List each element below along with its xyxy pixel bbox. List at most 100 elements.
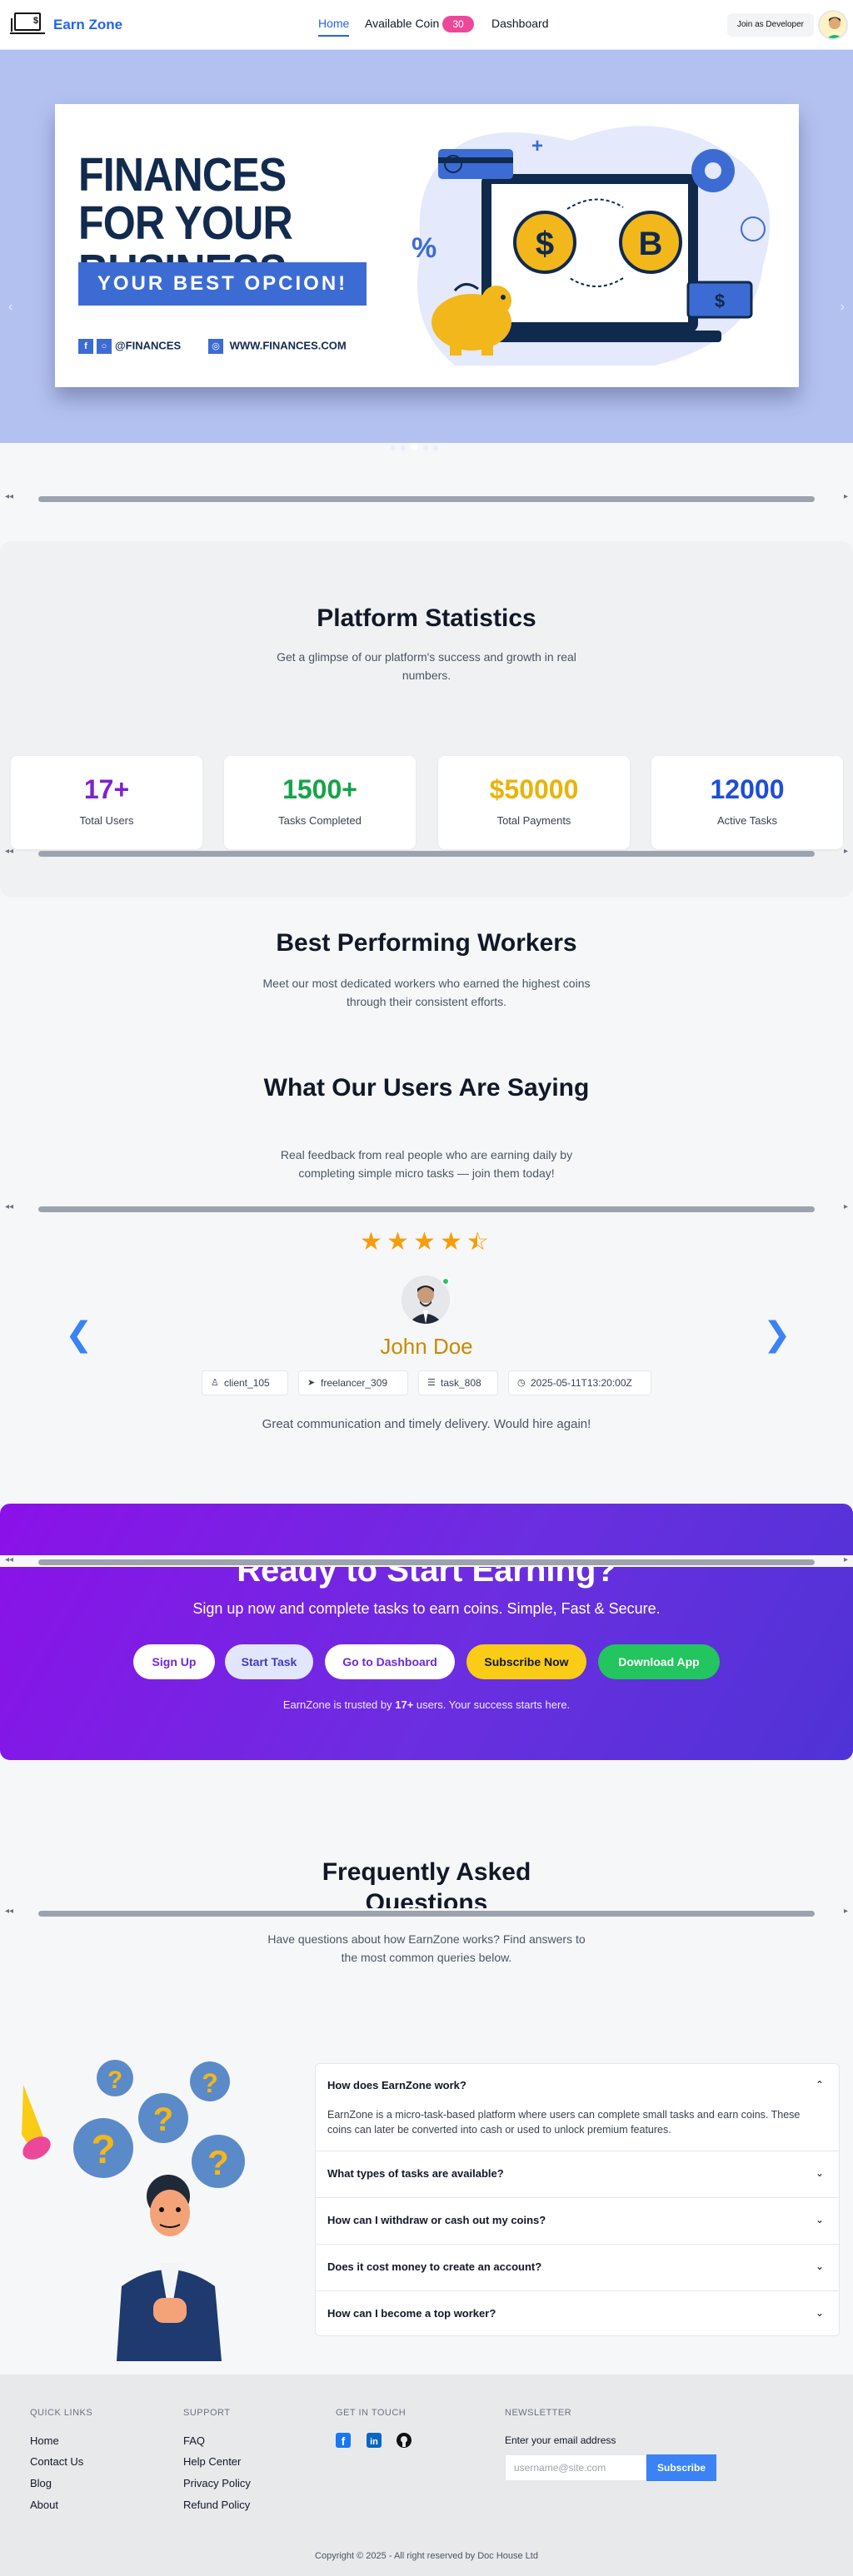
svg-text:$: $ bbox=[536, 226, 554, 262]
horizontal-scrollbar[interactable]: ◂◂ ▸ bbox=[0, 1202, 853, 1214]
faq-subtitle: Have questions about how EarnZone works?… bbox=[267, 1932, 586, 1964]
footer-link-help[interactable]: Help Center bbox=[183, 2455, 241, 2468]
copyright-text: Copyright © 2025 - All right reserved by… bbox=[315, 2551, 538, 2561]
user-icon: ♙ bbox=[211, 1378, 219, 1388]
divider bbox=[316, 2244, 839, 2245]
footer-link-privacy[interactable]: Privacy Policy bbox=[183, 2477, 251, 2489]
faq-title: Frequently Asked Questions bbox=[322, 1858, 531, 1908]
linkedin-icon[interactable]: in bbox=[367, 2433, 382, 2448]
horizontal-scrollbar[interactable]: ◂◂ ▸ bbox=[0, 1907, 853, 1918]
banner-cta-button[interactable]: YOUR BEST OPCION! bbox=[78, 262, 367, 306]
carousel-dot[interactable] bbox=[401, 445, 406, 450]
faq-question-5[interactable]: How can I become a top worker? bbox=[327, 2307, 496, 2320]
faq-question-1[interactable]: How does EarnZone work? bbox=[327, 2079, 466, 2091]
testimonial-next-arrow[interactable]: ❯ bbox=[763, 1315, 791, 1354]
scrollbar-thumb[interactable] bbox=[38, 851, 815, 857]
carousel-dot-active[interactable] bbox=[411, 443, 418, 450]
footer-link-home[interactable]: Home bbox=[30, 2434, 59, 2447]
scrollbar-thumb[interactable] bbox=[38, 1559, 815, 1565]
scroll-left-icon[interactable]: ◂◂ bbox=[5, 847, 13, 856]
footer-link-blog[interactable]: Blog bbox=[30, 2477, 52, 2489]
chip-text: freelancer_309 bbox=[321, 1377, 388, 1389]
start-task-button[interactable]: Start Task bbox=[225, 1644, 313, 1679]
download-app-button[interactable]: Download App bbox=[598, 1644, 720, 1679]
subscribe-button[interactable]: Subscribe bbox=[646, 2454, 716, 2481]
svg-text:B: B bbox=[639, 226, 663, 262]
svg-text:$: $ bbox=[715, 291, 725, 311]
subscribe-now-button[interactable]: Subscribe Now bbox=[466, 1644, 586, 1679]
scroll-left-icon[interactable]: ◂◂ bbox=[5, 1555, 13, 1564]
star-full-icon: ★ bbox=[387, 1228, 409, 1256]
sign-up-button[interactable]: Sign Up bbox=[133, 1644, 215, 1679]
chevron-down-icon[interactable]: ⌄ bbox=[816, 2214, 824, 2225]
testimonial-prev-arrow[interactable]: ❮ bbox=[65, 1315, 93, 1354]
join-developer-button[interactable]: Join as Developer bbox=[727, 13, 814, 37]
facebook-icon: f bbox=[78, 339, 93, 354]
scroll-right-icon[interactable]: ▸ bbox=[844, 492, 848, 501]
newsletter-heading: NEWSLETTER bbox=[505, 2408, 572, 2418]
horizontal-scrollbar[interactable]: ◂◂ ▸ bbox=[0, 492, 853, 504]
svg-text:+: + bbox=[531, 135, 543, 157]
footer-link-faq[interactable]: FAQ bbox=[183, 2434, 205, 2447]
stat-card-users: 17+ Total Users bbox=[11, 756, 202, 849]
client-chip: ♙ client_105 bbox=[202, 1370, 288, 1395]
stat-value: $50000 bbox=[489, 774, 579, 804]
send-icon: ➤ bbox=[307, 1378, 316, 1388]
faq-question-2[interactable]: What types of tasks are available? bbox=[327, 2167, 504, 2180]
scroll-left-icon[interactable]: ◂◂ bbox=[5, 1202, 13, 1211]
svg-text:in: in bbox=[370, 2437, 378, 2447]
stat-label: Total Payments bbox=[496, 814, 571, 827]
scroll-right-icon[interactable]: ▸ bbox=[844, 1555, 848, 1564]
scroll-right-icon[interactable]: ▸ bbox=[844, 1202, 848, 1211]
facebook-icon[interactable]: f bbox=[336, 2433, 351, 2448]
go-to-dashboard-button[interactable]: Go to Dashboard bbox=[325, 1644, 455, 1679]
stat-card-active: 12000 Active Tasks bbox=[651, 756, 843, 849]
footer-link-about[interactable]: About bbox=[30, 2499, 58, 2511]
nav-dashboard-link[interactable]: Dashboard bbox=[491, 17, 549, 30]
available-coin-label: Available Coin bbox=[365, 17, 440, 30]
github-icon[interactable] bbox=[397, 2433, 412, 2448]
faq-accordion: How does EarnZone work? ⌃ EarnZone is a … bbox=[315, 2063, 840, 2336]
list-icon: ☰ bbox=[427, 1378, 436, 1388]
horizontal-scrollbar[interactable]: ◂◂ ▸ bbox=[0, 1555, 853, 1567]
faq-question-3[interactable]: How can I withdraw or cash out my coins? bbox=[327, 2214, 546, 2226]
horizontal-scrollbar[interactable]: ◂◂ ▸ bbox=[0, 847, 853, 858]
brand-name[interactable]: Earn Zone bbox=[53, 17, 122, 33]
carousel-dot[interactable] bbox=[391, 445, 396, 450]
task-chip: ☰ task_808 bbox=[418, 1370, 498, 1395]
stat-value: 12000 bbox=[710, 774, 785, 804]
star-full-icon: ★ bbox=[413, 1228, 436, 1256]
chevron-down-icon[interactable]: ⌄ bbox=[816, 2307, 824, 2319]
chevron-up-icon[interactable]: ⌃ bbox=[816, 2079, 824, 2091]
scrollbar-thumb[interactable] bbox=[38, 1206, 815, 1212]
scrollbar-thumb[interactable] bbox=[38, 496, 815, 502]
footer-link-contact[interactable]: Contact Us bbox=[30, 2455, 83, 2468]
newsletter-email-input[interactable]: username@site.com bbox=[505, 2454, 646, 2481]
newsletter-label: Enter your email address bbox=[505, 2434, 616, 2446]
chevron-down-icon[interactable]: ⌄ bbox=[816, 2260, 824, 2272]
hero-carousel: ‹ › FINANCES FOR YOUR BUSINESS YOUR BEST… bbox=[0, 50, 853, 443]
stat-value: 17+ bbox=[83, 774, 130, 804]
scroll-right-icon[interactable]: ▸ bbox=[844, 1907, 848, 1916]
divider bbox=[316, 2197, 839, 2198]
nav-home-link[interactable]: Home bbox=[318, 17, 350, 37]
hero-next-arrow[interactable]: › bbox=[841, 300, 845, 315]
divider bbox=[316, 2290, 839, 2291]
faq-question-4[interactable]: Does it cost money to create an account? bbox=[327, 2260, 541, 2273]
svg-text:$: $ bbox=[33, 16, 38, 26]
carousel-dot[interactable] bbox=[423, 445, 428, 450]
faq-answer-1: EarnZone is a micro-task-based platform … bbox=[327, 2109, 801, 2136]
scroll-left-icon[interactable]: ◂◂ bbox=[5, 492, 13, 501]
hero-prev-arrow[interactable]: ‹ bbox=[8, 300, 12, 315]
laptop-dollar-logo-icon[interactable]: $ bbox=[8, 12, 47, 37]
scrollbar-thumb[interactable] bbox=[38, 1911, 815, 1917]
scroll-right-icon[interactable]: ▸ bbox=[844, 847, 848, 856]
user-avatar[interactable] bbox=[818, 10, 848, 40]
footer-link-refund[interactable]: Refund Policy bbox=[183, 2499, 250, 2511]
carousel-dot[interactable] bbox=[433, 445, 438, 450]
note-suffix: users. Your success starts here. bbox=[413, 1698, 571, 1711]
scroll-left-icon[interactable]: ◂◂ bbox=[5, 1907, 13, 1916]
reviewer-name: John Doe bbox=[380, 1334, 473, 1359]
chevron-down-icon[interactable]: ⌄ bbox=[816, 2167, 824, 2179]
banner-social-handle: f ○ @FINANCES bbox=[78, 339, 181, 354]
